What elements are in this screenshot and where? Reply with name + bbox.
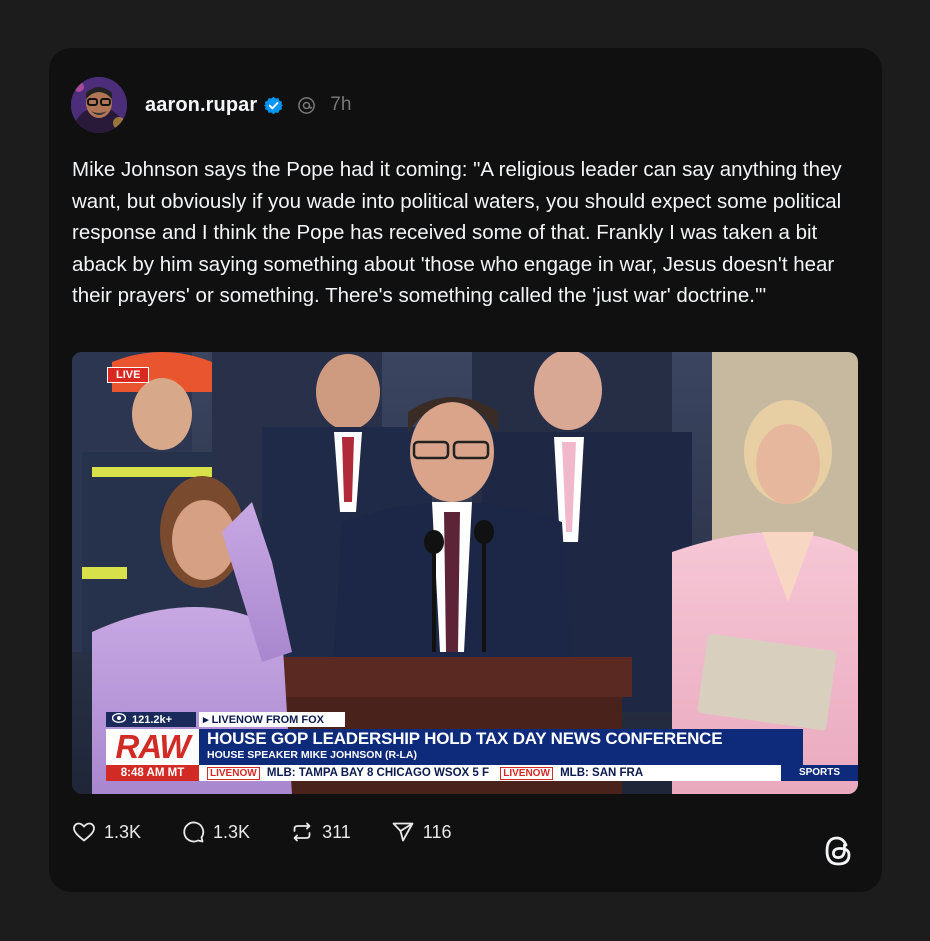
score-ticker: LIVENOW MLB: TAMPA BAY 8 CHICAGO WSOX 5 …: [199, 765, 858, 781]
action-bar: 1.3K 1.3K 311 116: [72, 818, 491, 846]
share-count: 116: [422, 821, 452, 842]
threads-logo-icon: [821, 833, 855, 869]
ticker-text-2: MLB: SAN FRA: [560, 767, 644, 779]
like-button[interactable]: 1.3K: [72, 820, 141, 844]
post-video[interactable]: LIVE 121.2k+ ▸ LIVENOW FROM FOX RAW HOUS…: [72, 352, 858, 794]
ticker-text: MLB: TAMPA BAY 8 CHICAGO WSOX 5 F: [266, 767, 490, 779]
chyron-clock: 8:48 AM MT: [106, 765, 199, 781]
chyron-subhead: HOUSE SPEAKER MIKE JOHNSON (R-LA): [207, 749, 418, 761]
post-header: aaron.rupar 7h: [145, 92, 351, 118]
repost-button[interactable]: 311: [290, 820, 351, 844]
eye-icon: [111, 712, 127, 726]
live-badge: LIVE: [107, 367, 150, 383]
post-body-text: Mike Johnson says the Pope had it coming…: [72, 158, 842, 307]
chyron-source: ▸ LIVENOW FROM FOX: [199, 712, 345, 727]
chyron-headline: HOUSE GOP LEADERSHIP HOLD TAX DAY NEWS C…: [207, 729, 723, 748]
like-count: 1.3K: [104, 821, 142, 842]
raw-logo: RAW: [106, 729, 199, 765]
verified-badge-icon: [264, 96, 284, 115]
view-count-text: 121.2k+: [132, 713, 173, 726]
avatar[interactable]: [71, 77, 127, 133]
sports-label: SPORTS: [781, 765, 858, 781]
ticker-badge-2: LIVENOW: [500, 767, 553, 780]
post-timestamp: 7h: [330, 94, 352, 115]
comment-icon: [183, 821, 205, 843]
repost-count: 311: [322, 821, 351, 842]
view-count: 121.2k+: [106, 712, 196, 727]
post-card: aaron.rupar 7h Mike Johnson says the Pop…: [49, 48, 882, 892]
ticker-badge: LIVENOW: [207, 767, 260, 780]
repost-icon: [293, 822, 311, 842]
reply-button[interactable]: 1.3K: [181, 820, 250, 844]
threads-icon: [297, 96, 316, 115]
heart-icon: [73, 822, 95, 842]
share-button[interactable]: 116: [391, 820, 452, 844]
chyron-headline-bar: HOUSE GOP LEADERSHIP HOLD TAX DAY NEWS C…: [199, 729, 803, 765]
send-icon: [392, 822, 414, 842]
news-chyron: 121.2k+ ▸ LIVENOW FROM FOX RAW HOUSE GOP…: [106, 712, 858, 782]
reply-count: 1.3K: [213, 821, 251, 842]
username-link[interactable]: aaron.rupar: [145, 94, 257, 117]
